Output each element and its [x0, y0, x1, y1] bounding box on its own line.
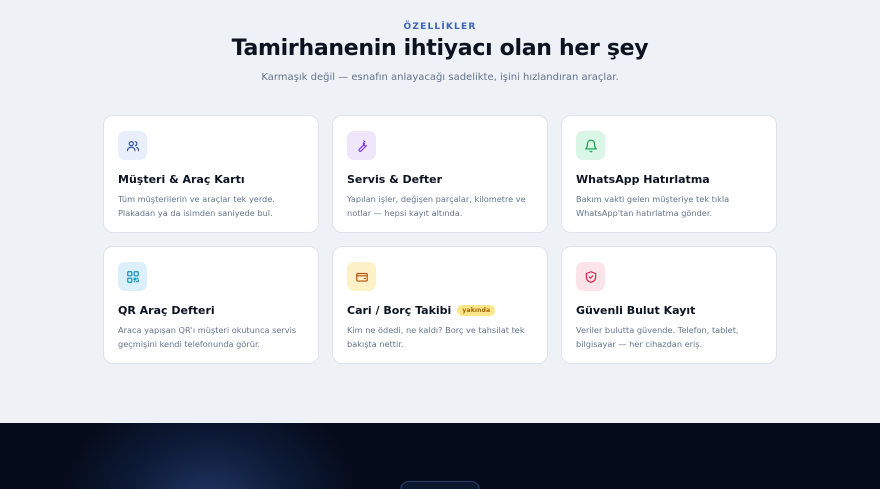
- section-eyebrow: ÖZELLİKLER: [403, 22, 477, 32]
- shield-check-icon: [576, 262, 605, 291]
- feature-card-description: Veriler bulutta güvende. Telefon, tablet…: [576, 325, 739, 349]
- next-section: [0, 423, 880, 489]
- features-section: ÖZELLİKLER Tamirhanenin ihtiyacı olan he…: [0, 0, 880, 423]
- coming-soon-badge: yakında: [457, 305, 496, 316]
- feature-card-debt-tracking: Cari / Borç Takibi yakında Kim ne ödedi,…: [332, 246, 548, 364]
- feature-card-title: Güvenli Bulut Kayıt: [576, 304, 696, 317]
- feature-card-customer-vehicle: Müşteri & Araç Kartı Tüm müşterilerin ve…: [103, 115, 319, 233]
- feature-card-cloud-backup: Güvenli Bulut Kayıt Veriler bulutta güve…: [561, 246, 777, 364]
- bell-icon: [576, 131, 605, 160]
- feature-card-title: Müşteri & Araç Kartı: [118, 173, 245, 186]
- feature-card-whatsapp-reminder: WhatsApp Hatırlatma Bakım vakti gelen mü…: [561, 115, 777, 233]
- section-pill-badge: [400, 481, 480, 489]
- section-subtitle: Karmaşık değil — esnafın anlayacağı sade…: [261, 72, 619, 83]
- users-icon: [118, 131, 147, 160]
- wrench-icon: [347, 131, 376, 160]
- wallet-icon: [347, 262, 376, 291]
- feature-card-title: WhatsApp Hatırlatma: [576, 173, 710, 186]
- feature-card-description: Kim ne ödedi, ne kaldı? Borç ve tahsilat…: [347, 325, 525, 349]
- feature-card-title: Cari / Borç Takibi: [347, 304, 452, 317]
- section-title: Tamirhanenin ihtiyacı olan her şey: [231, 36, 649, 61]
- feature-card-description: Araca yapışan QR'ı müşteri okutunca serv…: [118, 325, 297, 349]
- qr-code-icon: [118, 262, 147, 291]
- feature-card-title: Servis & Defter: [347, 173, 443, 186]
- feature-grid: Müşteri & Araç Kartı Tüm müşterilerin ve…: [103, 115, 777, 364]
- feature-card-description: Tüm müşterilerin ve araçlar tek yerde. P…: [118, 194, 275, 218]
- feature-card-description: Bakım vakti gelen müşteriye tek tıkla Wh…: [576, 194, 730, 218]
- feature-card-qr-log: QR Araç Defteri Araca yapışan QR'ı müşte…: [103, 246, 319, 364]
- feature-card-service-log: Servis & Defter Yapılan işler, değişen p…: [332, 115, 548, 233]
- feature-card-description: Yapılan işler, değişen parçalar, kilomet…: [347, 194, 526, 218]
- feature-card-title: QR Araç Defteri: [118, 304, 215, 317]
